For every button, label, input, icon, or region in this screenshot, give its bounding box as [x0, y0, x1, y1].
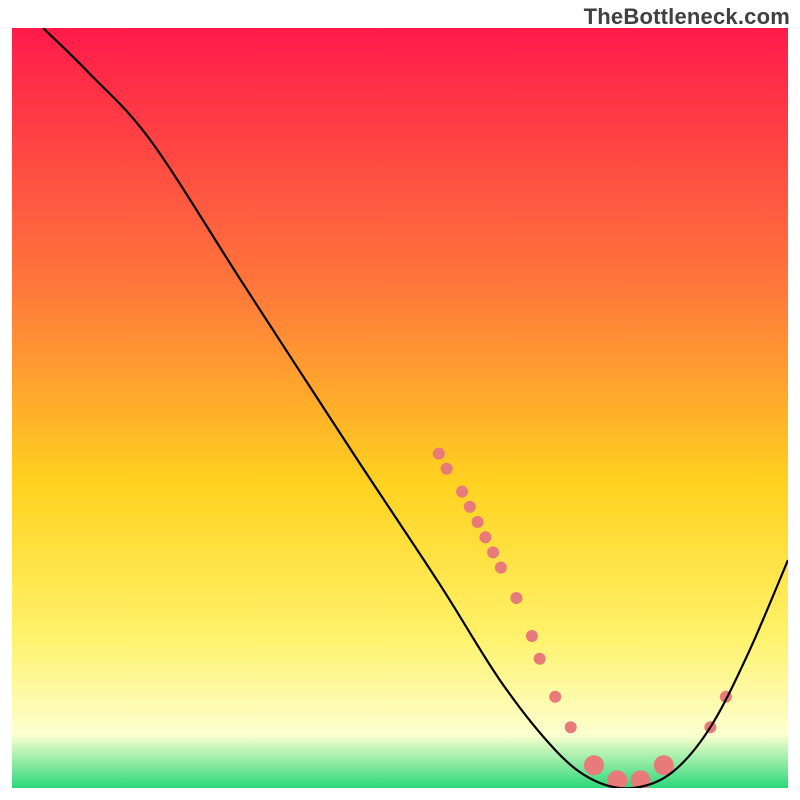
data-point — [549, 691, 561, 703]
chart-container: TheBottleneck.com — [0, 0, 800, 800]
data-point — [495, 562, 507, 574]
chart-svg — [12, 28, 788, 788]
data-point — [487, 546, 499, 558]
gradient-background — [12, 28, 788, 788]
data-point — [534, 653, 546, 665]
data-point — [441, 463, 453, 475]
data-point — [479, 531, 491, 543]
data-point — [433, 448, 445, 460]
data-point — [510, 592, 522, 604]
data-point — [584, 755, 604, 775]
data-point — [526, 630, 538, 642]
data-point — [456, 486, 468, 498]
data-point — [464, 501, 476, 513]
data-point — [472, 516, 484, 528]
data-point — [565, 721, 577, 733]
watermark-text: TheBottleneck.com — [584, 4, 790, 30]
plot-area — [12, 28, 788, 788]
